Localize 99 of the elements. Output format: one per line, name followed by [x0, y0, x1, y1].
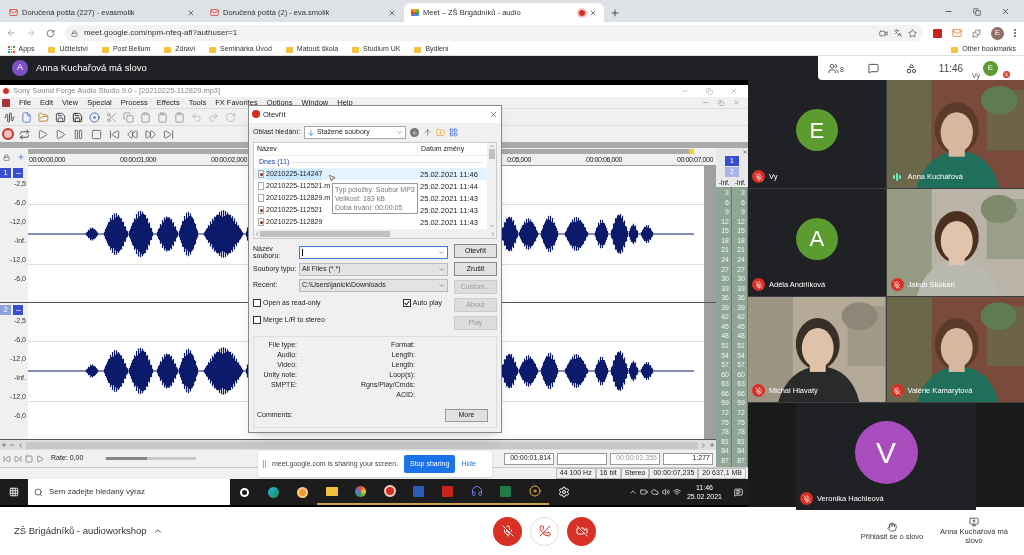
avatar: E — [795, 109, 838, 151]
close-tab-icon[interactable] — [187, 8, 195, 17]
address-bar[interactable]: meet.google.com/npm-nfeq-afi?authuser=1 — [65, 25, 923, 41]
hang-up-button[interactable] — [530, 516, 559, 546]
empty-field — [557, 452, 607, 465]
chevron-down-icon — [438, 282, 445, 289]
wifi-icon[interactable] — [672, 488, 681, 496]
drag-handle-icon[interactable] — [263, 460, 266, 468]
play-icon[interactable] — [36, 454, 44, 463]
paste-icon[interactable] — [138, 109, 153, 125]
scrollbar[interactable] — [26, 441, 698, 449]
taskbar-search-field[interactable]: Sem zadejte hledaný výraz — [28, 479, 230, 505]
camera-logo-icon — [411, 9, 419, 16]
recording-icon — [579, 9, 585, 16]
paste-icon[interactable] — [155, 109, 170, 125]
camera-off-icon — [575, 525, 588, 537]
new-tab-icon[interactable] — [610, 8, 620, 18]
hand-icon — [887, 521, 897, 532]
record-button[interactable] — [2, 128, 14, 140]
mic-off-icon — [501, 525, 514, 537]
close-tab-icon[interactable] — [388, 8, 396, 17]
reload-icon[interactable] — [46, 28, 55, 38]
extensions-icon[interactable] — [972, 28, 981, 38]
mail-icon — [210, 8, 219, 17]
avatar: A — [795, 217, 838, 260]
close-tab-icon[interactable] — [589, 8, 597, 17]
scroll-right-icon[interactable] — [700, 441, 707, 449]
checkbox[interactable] — [253, 315, 261, 324]
camera-button[interactable] — [567, 516, 596, 546]
chevron-down-icon — [438, 248, 445, 256]
close-icon[interactable] — [489, 109, 498, 119]
paste-icon[interactable] — [172, 109, 187, 125]
scrollbar-thumb[interactable] — [260, 230, 390, 237]
screen-share-icon — [969, 517, 979, 527]
bookmark-star-icon[interactable] — [908, 28, 917, 38]
zoom-in-icon[interactable] — [709, 442, 715, 448]
battery-icon[interactable] — [639, 488, 648, 496]
cloud-icon[interactable] — [650, 488, 659, 496]
loop-icon[interactable] — [17, 126, 32, 142]
plus-icon[interactable] — [16, 153, 25, 161]
activities-icon[interactable] — [905, 62, 917, 74]
expand-icon[interactable] — [152, 526, 163, 536]
speaker-avatar: A — [12, 60, 28, 76]
chevron-down-icon — [396, 129, 404, 137]
people-icon[interactable] — [828, 62, 840, 74]
view-menu-icon[interactable] — [449, 128, 459, 138]
checkbox[interactable] — [402, 299, 411, 308]
scroll-down-icon[interactable] — [488, 223, 495, 229]
search-icon — [34, 487, 43, 497]
zoom-in-icon[interactable] — [1, 442, 7, 448]
close-icon[interactable] — [1001, 7, 1010, 16]
profile-avatar[interactable]: E — [991, 26, 1004, 40]
self-avatar: E — [982, 60, 998, 76]
meeting-clock: 11:46 — [937, 61, 965, 76]
apps-icon[interactable] — [8, 46, 15, 53]
close-icon[interactable] — [742, 148, 748, 155]
speaker-banner-text: Anna Kuchařová má slovo — [36, 60, 147, 75]
filename-field[interactable] — [299, 245, 448, 259]
lock-icon — [71, 29, 78, 37]
mouse-pointer-icon — [328, 174, 336, 183]
chevron-down-icon — [438, 266, 445, 273]
marker-icon — [689, 149, 694, 154]
wave-icon[interactable] — [2, 109, 17, 125]
stop-icon[interactable] — [25, 454, 33, 463]
restore-icon[interactable] — [973, 7, 981, 16]
lock-icon[interactable] — [3, 153, 11, 161]
app-logo-icon — [252, 110, 260, 119]
skip-back-icon[interactable] — [3, 454, 11, 463]
download-icon — [307, 128, 316, 137]
volume-icon[interactable] — [661, 488, 670, 496]
up-folder-icon[interactable] — [423, 128, 433, 138]
back-icon[interactable] — [6, 28, 16, 38]
scroll-left-icon[interactable] — [17, 441, 24, 449]
restore-icon[interactable] — [718, 99, 724, 106]
tray-expand-icon[interactable] — [628, 488, 637, 496]
scroll-left-icon[interactable] — [254, 230, 260, 237]
meeting-name[interactable]: ZŠ Brigádníků - audioworkshop — [14, 523, 147, 539]
avatar: V — [854, 421, 918, 484]
checkbox[interactable] — [253, 299, 261, 308]
pdf-icon[interactable] — [933, 28, 942, 38]
audio-file-icon — [258, 170, 264, 179]
scroll-up-icon[interactable] — [488, 143, 495, 150]
rate-slider[interactable] — [106, 457, 197, 460]
back-icon[interactable] — [410, 128, 420, 138]
mail-icon — [9, 8, 18, 17]
scroll-right-icon[interactable] — [490, 230, 496, 237]
copy-icon[interactable] — [121, 109, 136, 125]
chat-icon[interactable] — [867, 62, 879, 74]
microphone-button[interactable] — [493, 516, 522, 546]
mail-icon[interactable] — [952, 28, 962, 38]
skip-forward-icon[interactable] — [14, 454, 22, 463]
collapse-icon[interactable] — [13, 305, 23, 315]
collapse-icon[interactable] — [13, 168, 23, 178]
camera-icon[interactable] — [879, 28, 888, 38]
document-icon — [2, 98, 10, 107]
disc-icon[interactable] — [87, 109, 102, 125]
translate-icon[interactable] — [894, 29, 902, 37]
scrollbar-thumb[interactable] — [488, 149, 495, 160]
hang-up-icon — [538, 525, 551, 537]
